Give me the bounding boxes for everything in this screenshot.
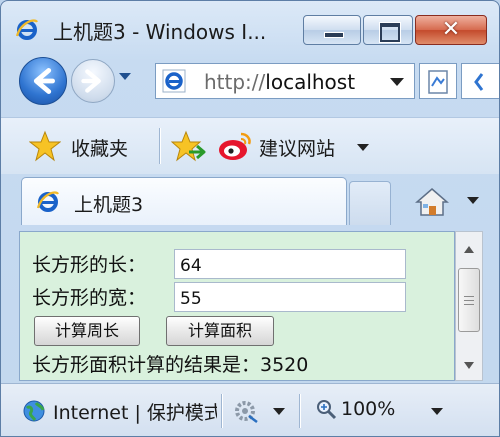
- minimize-button[interactable]: [303, 15, 361, 45]
- home-dropdown-icon[interactable]: [467, 197, 479, 204]
- address-dropdown-icon[interactable]: [390, 78, 404, 86]
- calculate-area-button[interactable]: 计算面积: [166, 316, 274, 346]
- scroll-down-arrow-icon[interactable]: [464, 362, 474, 369]
- favorites-star-icon[interactable]: [29, 130, 61, 162]
- close-button[interactable]: ✕: [415, 15, 487, 45]
- security-zone-text[interactable]: Internet | 保护模式: [53, 398, 217, 425]
- length-label: 长方形的长：: [32, 254, 147, 276]
- ie-logo-icon: [15, 19, 38, 40]
- thumb-grip-line: [464, 304, 474, 305]
- width-label: 长方形的宽：: [32, 287, 147, 309]
- zoom-level[interactable]: 100%: [341, 398, 395, 420]
- address-url[interactable]: http://localhost: [204, 70, 355, 94]
- suggested-sites-label[interactable]: 建议网站: [259, 134, 335, 161]
- favorites-bar: 收藏夹 建议网站: [1, 117, 499, 174]
- refresh-icon: [474, 73, 484, 91]
- tab-active[interactable]: 上机题3: [21, 177, 347, 225]
- browser-window: 上机题3 - Windows I... ✕ http://localhost 收…: [0, 0, 500, 437]
- status-separator: [299, 394, 300, 428]
- minimize-icon: [324, 32, 344, 38]
- home-icon[interactable]: [415, 187, 449, 217]
- navigation-bar: http://localhost: [1, 53, 499, 109]
- favorites-button-label[interactable]: 收藏夹: [71, 134, 128, 161]
- favorites-separator: [159, 128, 160, 164]
- width-input[interactable]: 55: [174, 282, 406, 312]
- address-bar[interactable]: http://localhost: [155, 63, 415, 99]
- compatibility-view-button[interactable]: [419, 63, 457, 99]
- gear-icon[interactable]: [233, 398, 261, 424]
- window-title: 上机题3 - Windows I...: [53, 20, 267, 44]
- forward-arrow-icon: [81, 69, 101, 93]
- vertical-scrollbar[interactable]: [455, 231, 483, 381]
- close-icon: ✕: [441, 17, 461, 42]
- url-host: localhost: [265, 70, 356, 94]
- back-button[interactable]: [19, 57, 67, 105]
- refresh-button[interactable]: [461, 63, 499, 99]
- back-arrow-icon: [33, 68, 55, 94]
- weibo-logo-icon: [219, 132, 251, 160]
- ie-logo-icon: [36, 191, 59, 212]
- maximize-icon: [380, 23, 400, 42]
- suggested-sites-dropdown-icon[interactable]: [357, 144, 369, 151]
- scroll-up-arrow-icon[interactable]: [464, 246, 474, 253]
- new-tab-button[interactable]: [349, 181, 391, 225]
- globe-icon: [23, 400, 45, 422]
- zoom-icon[interactable]: [315, 398, 337, 420]
- status-bar: Internet | 保护模式 100%: [1, 383, 499, 436]
- length-input[interactable]: 64: [174, 249, 406, 279]
- zoom-dropdown-icon[interactable]: [431, 408, 443, 415]
- scroll-thumb[interactable]: [458, 268, 480, 332]
- ie-page-icon: [162, 69, 186, 93]
- title-bar[interactable]: 上机题3 - Windows I... ✕: [1, 1, 499, 49]
- calculate-perimeter-button[interactable]: 计算周长: [34, 316, 140, 346]
- maximize-button[interactable]: [363, 15, 413, 45]
- thumb-grip-line: [464, 300, 474, 301]
- recent-pages-dropdown-icon[interactable]: [119, 73, 131, 80]
- page-content: 长方形的长： 64 长方形的宽： 55 计算周长 计算面积 长方形面积计算的结果…: [19, 231, 455, 381]
- compatibility-view-icon: [428, 70, 448, 94]
- tab-row: 上机题3: [1, 175, 499, 225]
- tab-label: 上机题3: [74, 194, 144, 216]
- status-separator: [221, 394, 222, 428]
- forward-button[interactable]: [71, 59, 115, 103]
- thumb-grip-line: [464, 296, 474, 297]
- add-to-favorites-icon[interactable]: [171, 130, 207, 162]
- url-protocol: http://: [204, 70, 266, 94]
- area-result-text: 长方形面积计算的结果是：3520: [32, 354, 309, 376]
- tools-dropdown-icon[interactable]: [273, 408, 285, 415]
